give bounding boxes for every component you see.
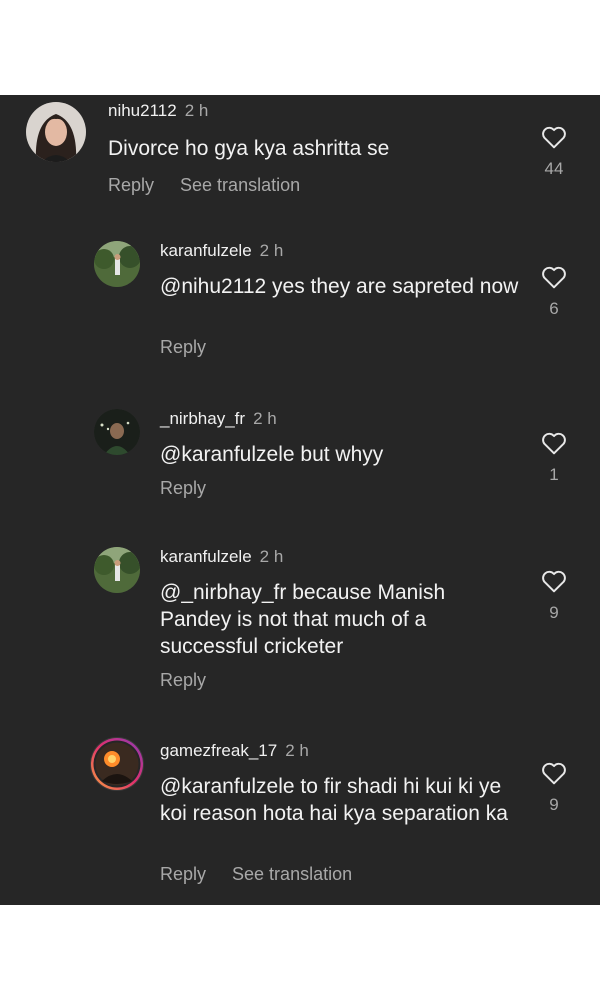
- heart-icon[interactable]: [541, 431, 567, 455]
- like-count: 9: [549, 603, 559, 622]
- like-control: 9: [540, 569, 568, 623]
- comment-actions: Reply See translation: [160, 864, 352, 885]
- comment-username[interactable]: gamezfreak_17: [160, 741, 277, 760]
- comment-username[interactable]: _nirbhay_fr: [160, 409, 245, 428]
- comment-meta: _nirbhay_fr 2 h: [160, 409, 277, 429]
- avatar[interactable]: [94, 241, 140, 287]
- reply-button[interactable]: Reply: [160, 478, 206, 498]
- see-translation-button[interactable]: See translation: [232, 864, 352, 884]
- profile-photo-outdoor-icon: [94, 241, 140, 287]
- heart-icon[interactable]: [541, 569, 567, 593]
- comment-time: 2 h: [253, 409, 277, 428]
- like-control: 1: [540, 431, 568, 485]
- like-control: 44: [540, 125, 568, 179]
- comment-actions: Reply See translation: [108, 175, 300, 196]
- comment-time: 2 h: [259, 547, 284, 566]
- profile-photo-man-icon: [94, 409, 140, 455]
- comment-actions: Reply: [160, 478, 206, 499]
- comment-text: @karanfulzele but whyy: [160, 443, 384, 466]
- avatar[interactable]: [90, 737, 144, 791]
- comment-meta: karanfulzele 2 h: [160, 547, 283, 567]
- reply-button[interactable]: Reply: [160, 864, 206, 884]
- comment-time: 2 h: [184, 101, 209, 120]
- avatar[interactable]: [94, 409, 140, 455]
- comment-username[interactable]: karanfulzele: [160, 241, 252, 260]
- see-translation-button[interactable]: See translation: [180, 175, 300, 195]
- like-count: 44: [544, 159, 564, 178]
- comment-time: 2 h: [285, 741, 309, 760]
- like-count: 1: [549, 465, 559, 484]
- comment-actions: Reply: [160, 337, 206, 358]
- avatar[interactable]: [26, 102, 86, 162]
- profile-photo-woman-icon: [26, 102, 86, 162]
- comment-meta: nihu2112 2 h: [108, 101, 208, 121]
- reply-button[interactable]: Reply: [160, 337, 206, 357]
- comment-username[interactable]: karanfulzele: [160, 547, 252, 566]
- heart-icon[interactable]: [541, 265, 567, 289]
- comments-panel: nihu2112 2 h Divorce ho gya kya ashritta …: [0, 95, 600, 905]
- heart-icon[interactable]: [541, 761, 567, 785]
- comment-meta: karanfulzele 2 h: [160, 241, 283, 261]
- comment-text: @_nirbhay_fr because Manish Pandey is no…: [160, 581, 446, 658]
- profile-photo-outdoor-icon: [94, 547, 140, 593]
- comment-text: @karanfulzele to fir shadi hi kui ki ye …: [160, 775, 508, 825]
- comment-time: 2 h: [259, 241, 284, 260]
- avatar[interactable]: [94, 547, 140, 593]
- reply-button[interactable]: Reply: [160, 670, 206, 690]
- like-control: 6: [540, 265, 568, 319]
- comment-text: Divorce ho gya kya ashritta se: [108, 137, 390, 160]
- like-control: 9: [540, 761, 568, 815]
- comment-username[interactable]: nihu2112: [108, 101, 177, 120]
- like-count: 6: [549, 299, 559, 318]
- heart-icon[interactable]: [541, 125, 567, 149]
- comment-text: @nihu2112 yes they are sapreted now: [160, 275, 519, 298]
- like-count: 9: [549, 795, 559, 814]
- reply-button[interactable]: Reply: [108, 175, 154, 195]
- comment-meta: gamezfreak_17 2 h: [160, 741, 309, 761]
- profile-photo-story-ring-icon: [91, 738, 143, 790]
- comment-actions: Reply: [160, 670, 206, 691]
